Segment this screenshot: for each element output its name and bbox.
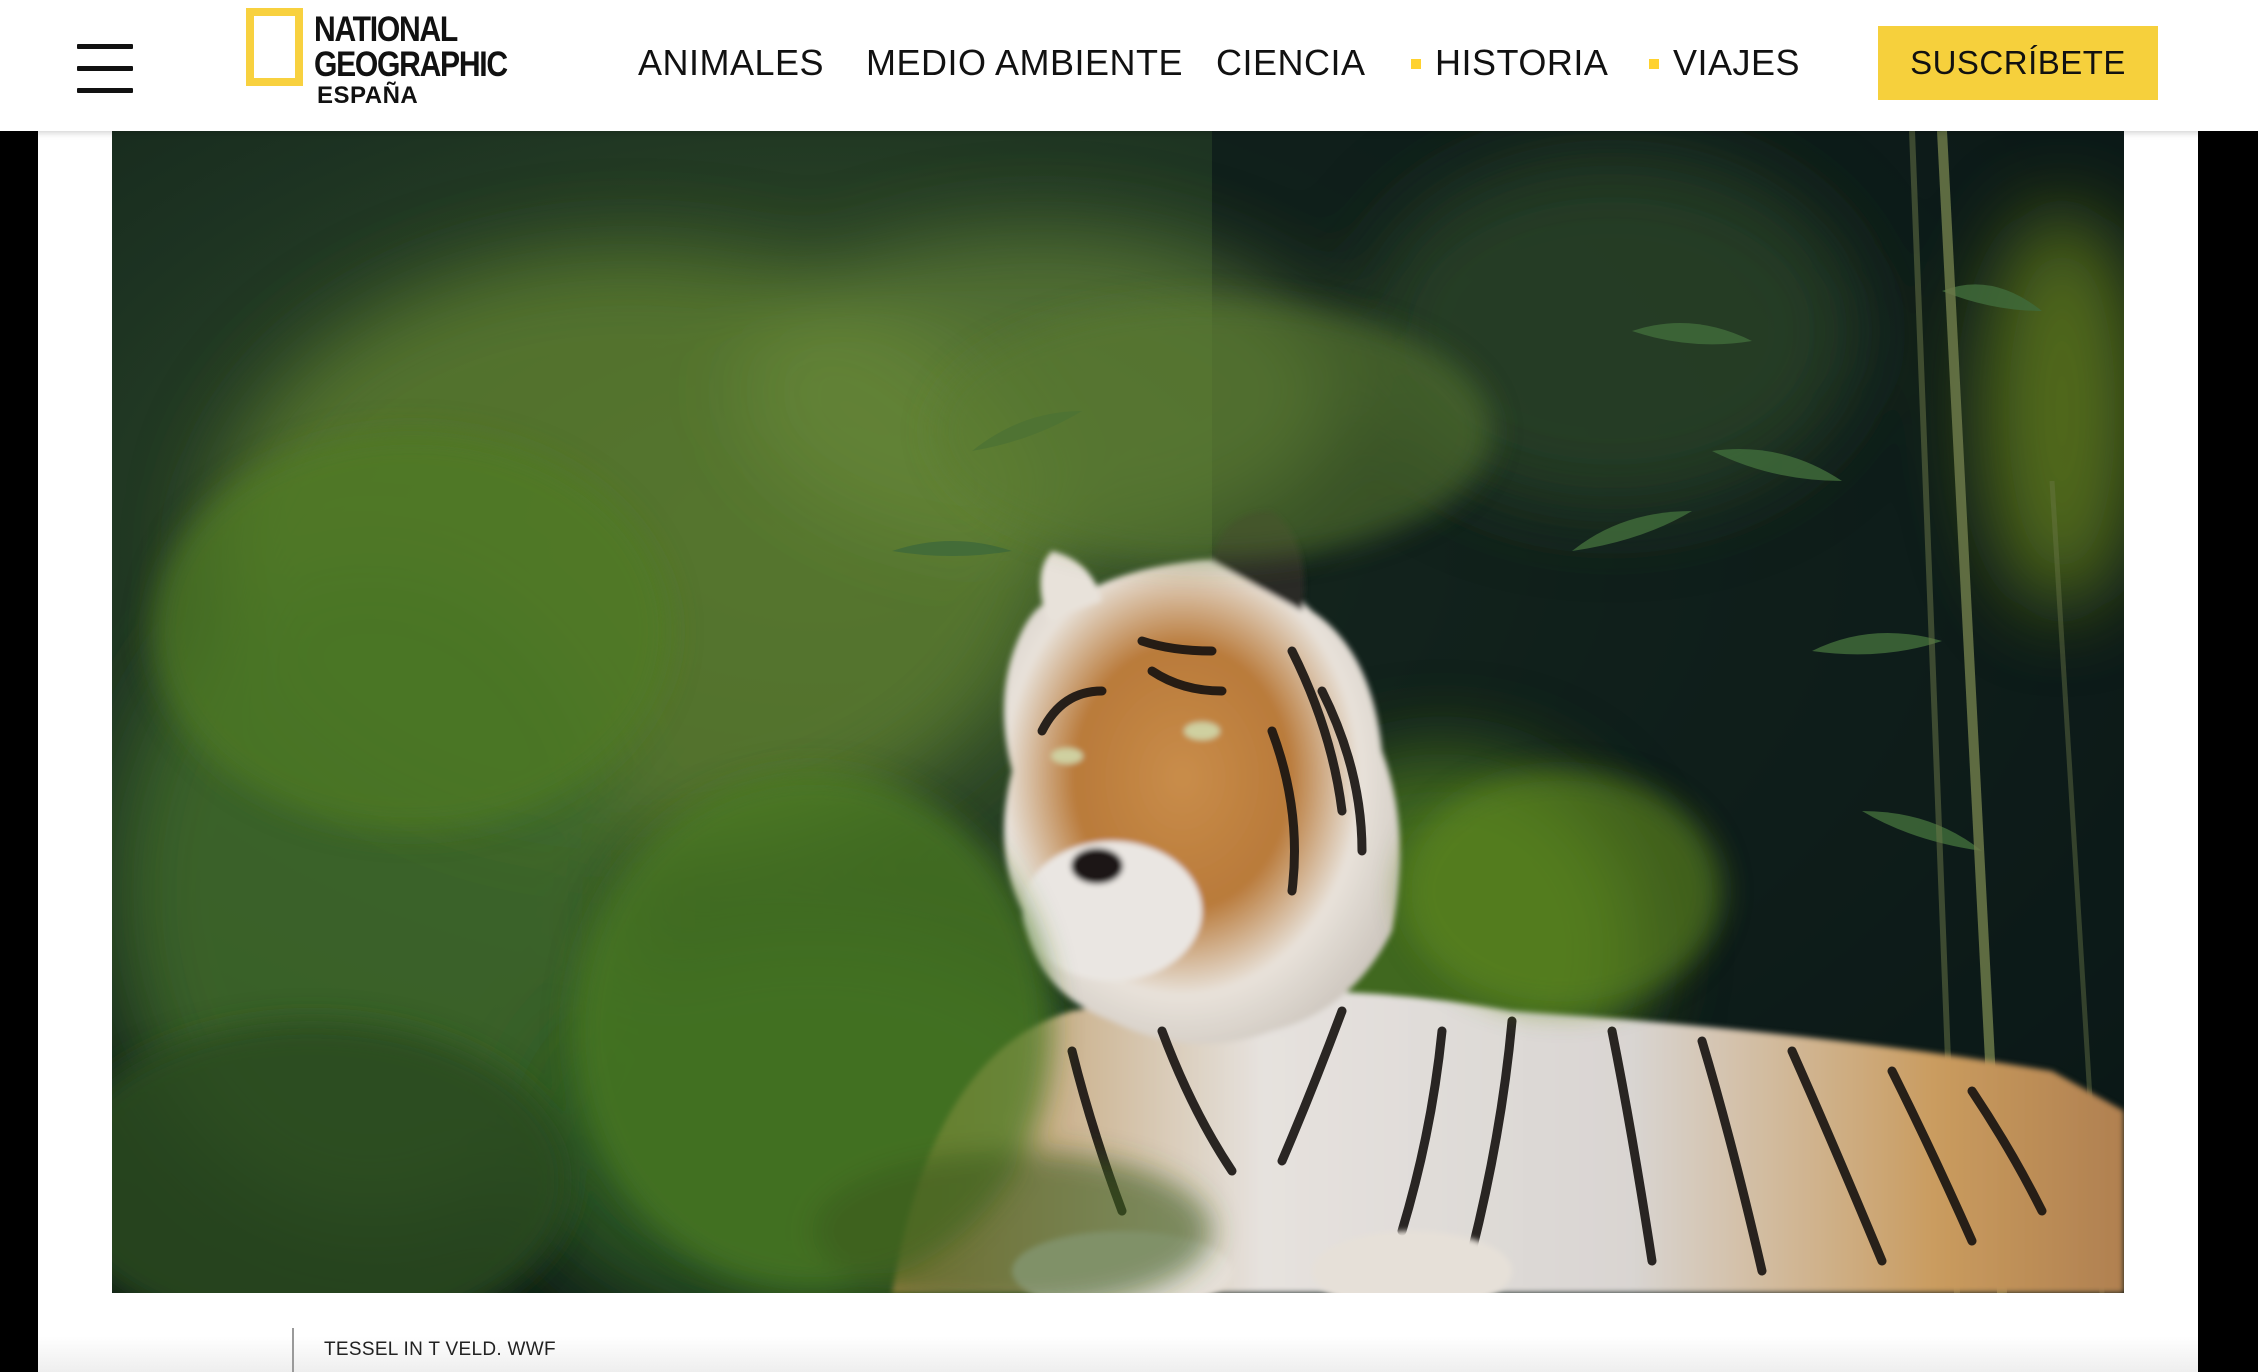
nav-bullet-viajes (1649, 59, 1659, 69)
subscribe-button[interactable]: SUSCRÍBETE (1878, 26, 2158, 100)
nav-item-historia[interactable]: HISTORIA (1435, 36, 1608, 90)
nav-item-viajes[interactable]: VIAJES (1673, 36, 1800, 90)
hero-image (112, 131, 2124, 1293)
nav-item-ciencia[interactable]: CIENCIA (1216, 36, 1366, 90)
site-header: NATIONAL GEOGRAPHIC ESPAÑA ANIMALES MEDI… (0, 0, 2258, 131)
nav-bullet-historia (1411, 59, 1421, 69)
page: NATIONAL GEOGRAPHIC ESPAÑA ANIMALES MEDI… (0, 0, 2258, 1372)
nav-item-medio-ambiente[interactable]: MEDIO AMBIENTE (866, 36, 1183, 90)
tiger-photo (112, 131, 2124, 1293)
article-content: TESSEL IN T VELD. WWF (38, 131, 2198, 1372)
nav-item-animales[interactable]: ANIMALES (638, 36, 824, 90)
caption-divider (292, 1328, 294, 1372)
photo-credit: TESSEL IN T VELD. WWF (324, 1339, 556, 1360)
